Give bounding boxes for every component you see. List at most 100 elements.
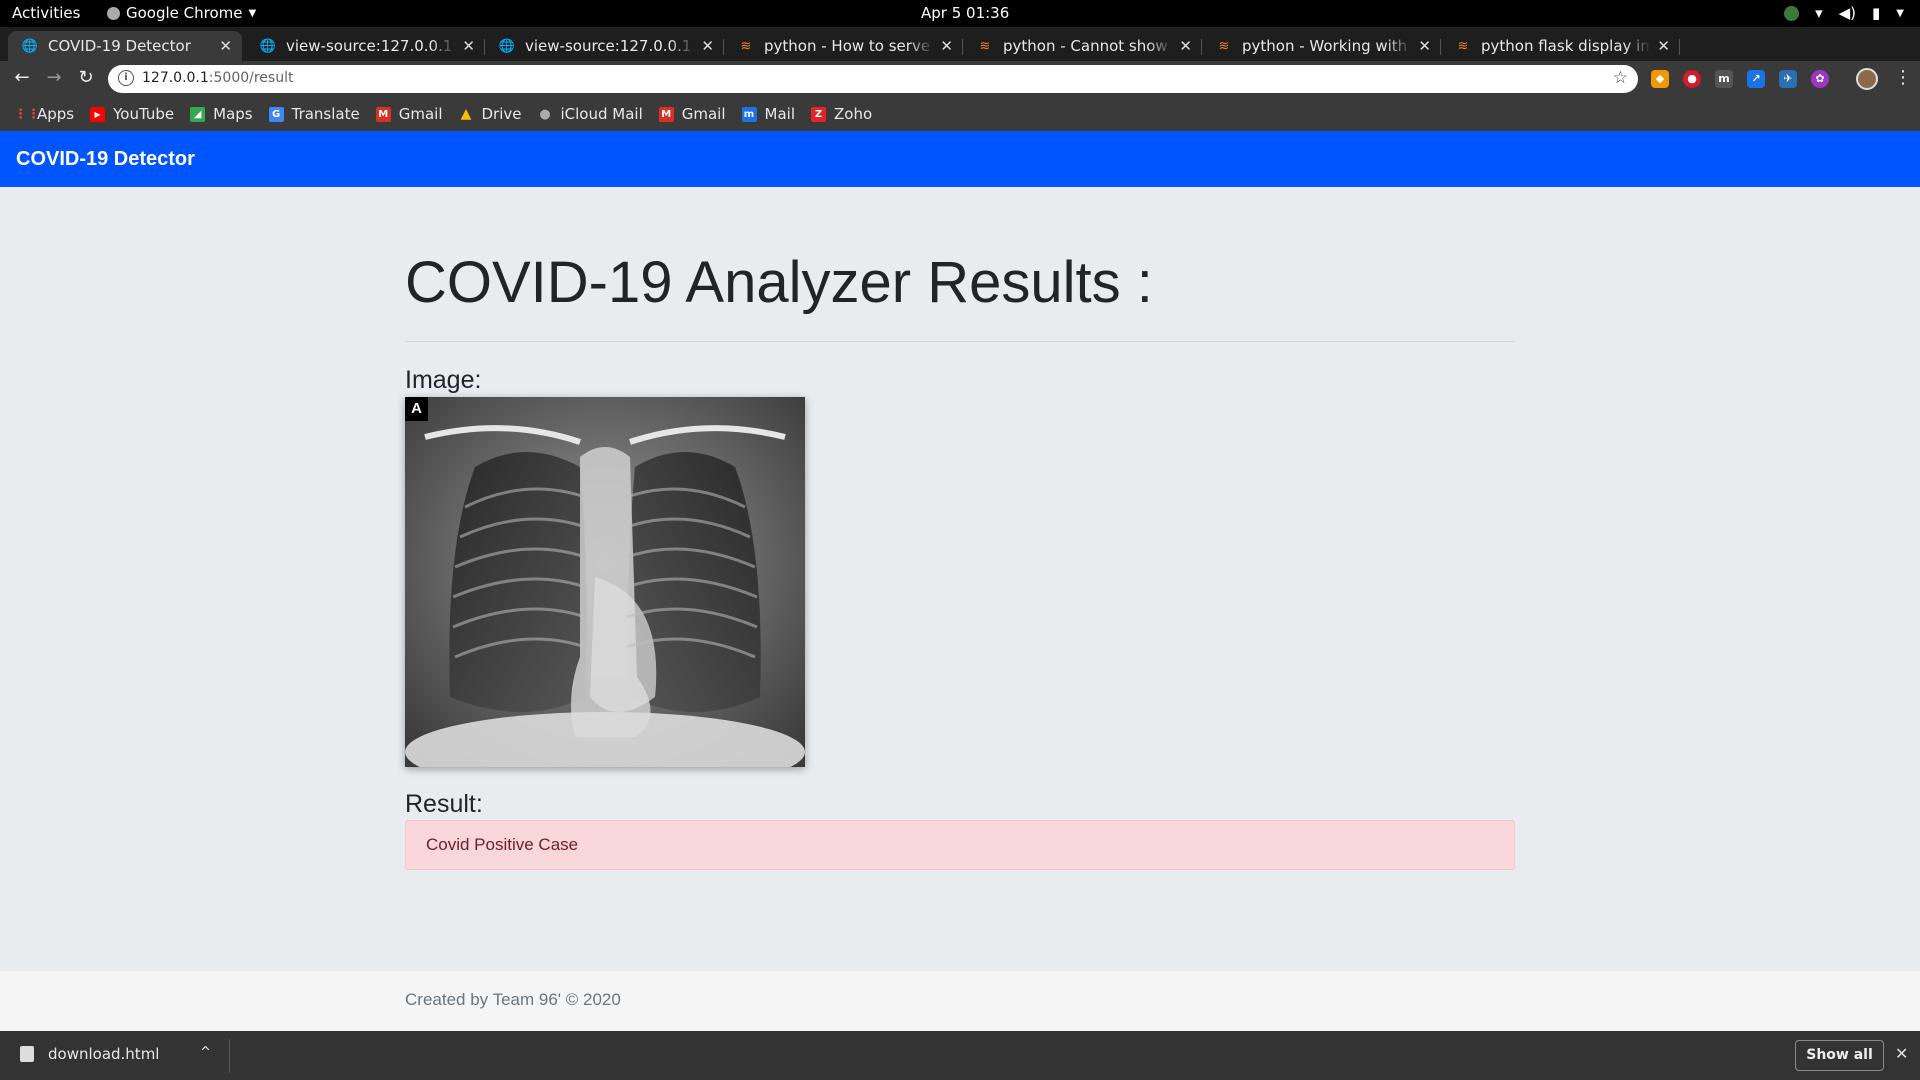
- extension-gray-icon[interactable]: m: [1715, 70, 1733, 88]
- globe-icon: 🌐: [21, 38, 39, 54]
- activities-button[interactable]: Activities: [12, 4, 80, 22]
- bookmark-translate[interactable]: G Translate: [268, 105, 360, 123]
- globe-icon: 🌐: [498, 38, 516, 54]
- bookmark-label: Gmail: [398, 105, 443, 123]
- chest-xray-image: A: [405, 397, 805, 767]
- globe-status-icon: [1784, 5, 1800, 21]
- wifi-icon: ▾: [1815, 4, 1823, 22]
- close-icon[interactable]: ✕: [701, 37, 714, 55]
- translate-icon: G: [268, 106, 284, 122]
- os-top-bar: Activities Google Chrome ▼ Apr 5 01:36 ▾…: [0, 0, 1920, 27]
- show-all-button[interactable]: Show all: [1795, 1040, 1884, 1071]
- bookmark-label: YouTube: [113, 105, 175, 123]
- reload-icon[interactable]: ↻: [74, 67, 98, 88]
- caret-down-icon: ▼: [248, 7, 257, 19]
- page-footer: Created by Team 96' © 2020: [0, 971, 1920, 1031]
- gmail-icon: M: [375, 106, 391, 122]
- tab-label: python - Working with use: [1242, 37, 1412, 55]
- browser-toolbar: ← → ↻ i 127.0.0.1:5000/result ☆ ◆ ● m ↗ …: [0, 61, 1920, 97]
- extension-red-icon[interactable]: ●: [1683, 70, 1701, 88]
- forward-arrow-icon[interactable]: →: [42, 67, 66, 88]
- tab-so-cannot-show[interactable]: ≋ python - Cannot show ima ✕: [963, 31, 1202, 61]
- bookmark-drive[interactable]: ▲ Drive: [458, 105, 522, 123]
- bookmark-label: Mail: [764, 105, 795, 123]
- site-navbar: COVID-19 Detector: [0, 131, 1920, 187]
- bookmark-icloud-mail[interactable]: ● iCloud Mail: [537, 105, 642, 123]
- address-bar[interactable]: i 127.0.0.1:5000/result ☆: [108, 65, 1638, 93]
- tab-label: view-source:127.0.0.1:500: [525, 37, 695, 55]
- bookmark-label: Maps: [213, 105, 253, 123]
- tab-so-serve-static[interactable]: ≋ python - How to serve stat ✕: [724, 31, 963, 61]
- gmail-icon: M: [658, 106, 674, 122]
- bookmark-label: Apps: [37, 105, 75, 123]
- stackoverflow-icon: ≋: [1457, 38, 1469, 54]
- url-host: 127.0.0.1: [142, 70, 209, 86]
- bookmark-mail[interactable]: m Mail: [741, 105, 795, 123]
- clock[interactable]: Apr 5 01:36: [921, 4, 1009, 22]
- url-text[interactable]: 127.0.0.1:5000/result: [142, 70, 293, 86]
- close-icon[interactable]: ✕: [1179, 37, 1192, 55]
- tab-label: view-source:127.0.0.1:500: [286, 37, 456, 55]
- apps-grid-icon: ⋮⋮: [14, 106, 40, 122]
- system-tray[interactable]: ▾ ◀) ▮ ▼: [1784, 4, 1904, 22]
- image-label: Image:: [405, 366, 482, 394]
- bookmark-apps[interactable]: ⋮⋮ Apps: [14, 105, 74, 123]
- mail-icon: m: [741, 106, 757, 122]
- result-label: Result:: [405, 790, 483, 818]
- chevron-up-icon[interactable]: ^: [200, 1045, 211, 1060]
- extension-plane-icon[interactable]: ✈: [1779, 70, 1797, 88]
- tab-view-source-1[interactable]: 🌐 view-source:127.0.0.1:500 ✕: [246, 31, 485, 61]
- bookmark-gmail-2[interactable]: M Gmail: [658, 105, 726, 123]
- tab-view-source-2[interactable]: 🌐 view-source:127.0.0.1:500 ✕: [485, 31, 724, 61]
- apple-icon: ●: [539, 106, 551, 122]
- tab-label: COVID-19 Detector: [48, 37, 191, 55]
- download-filename: download.html: [48, 1045, 160, 1063]
- volume-icon: ◀): [1838, 4, 1857, 22]
- close-icon[interactable]: ✕: [462, 37, 475, 55]
- bookmark-zoho[interactable]: Z Zoho: [810, 105, 873, 123]
- bookmark-gmail[interactable]: M Gmail: [375, 105, 443, 123]
- stackoverflow-icon: ≋: [740, 38, 752, 54]
- close-icon[interactable]: ✕: [1418, 37, 1431, 55]
- back-arrow-icon[interactable]: ←: [10, 67, 34, 88]
- close-icon[interactable]: ✕: [1657, 37, 1670, 55]
- stackoverflow-icon: ≋: [979, 38, 991, 54]
- download-bar: download.html ^ Show all ✕: [0, 1031, 1920, 1080]
- bookmark-label: Drive: [481, 105, 522, 123]
- battery-icon: ▮: [1872, 4, 1881, 22]
- tab-so-working-with[interactable]: ≋ python - Working with use ✕: [1202, 31, 1441, 61]
- drive-icon: ▲: [460, 105, 472, 122]
- kebab-menu-icon[interactable]: ⋮: [1894, 67, 1912, 88]
- maps-icon: ◢: [190, 106, 206, 122]
- bookmark-label: Zoho: [833, 105, 873, 123]
- close-icon[interactable]: ✕: [940, 37, 953, 55]
- footer-text: Created by Team 96' © 2020: [405, 990, 621, 1009]
- bookmark-maps[interactable]: ◢ Maps: [190, 105, 253, 123]
- bookmark-label: Translate: [291, 105, 360, 123]
- info-icon[interactable]: i: [118, 70, 134, 86]
- tab-so-flask-display[interactable]: ≋ python flask display imag ✕: [1441, 31, 1680, 61]
- extension-color-wheel-icon[interactable]: ✿: [1811, 70, 1829, 88]
- bookmark-youtube[interactable]: ▶ YouTube: [90, 105, 174, 123]
- download-item[interactable]: download.html: [20, 1045, 159, 1063]
- system-menu-caret-icon: ▼: [1896, 7, 1904, 19]
- app-menu[interactable]: Google Chrome ▼: [107, 4, 256, 22]
- close-icon[interactable]: ✕: [219, 37, 232, 55]
- youtube-icon: ▶: [90, 106, 106, 122]
- page-title: COVID-19 Analyzer Results :: [405, 250, 1153, 315]
- stackoverflow-icon: ≋: [1218, 38, 1230, 54]
- bookmark-label: Gmail: [681, 105, 726, 123]
- tab-label: python - How to serve stat: [764, 37, 934, 55]
- profile-avatar[interactable]: [1856, 68, 1878, 90]
- bookmarks-bar: ⋮⋮ Apps ▶ YouTube ◢ Maps G Translate M Gmail …: [0, 97, 1920, 131]
- globe-icon: 🌐: [259, 38, 277, 54]
- extension-blue-arrow-icon[interactable]: ↗: [1747, 70, 1765, 88]
- navbar-brand[interactable]: COVID-19 Detector: [16, 148, 195, 171]
- file-icon: [20, 1046, 34, 1062]
- result-alert: Covid Positive Case: [405, 820, 1515, 870]
- tab-covid-detector[interactable]: 🌐 COVID-19 Detector ✕: [8, 31, 242, 61]
- extension-orange-icon[interactable]: ◆: [1651, 70, 1669, 88]
- app-name: Google Chrome: [126, 4, 243, 22]
- close-icon[interactable]: ✕: [1895, 1044, 1908, 1063]
- bookmark-star-icon[interactable]: ☆: [1613, 68, 1628, 88]
